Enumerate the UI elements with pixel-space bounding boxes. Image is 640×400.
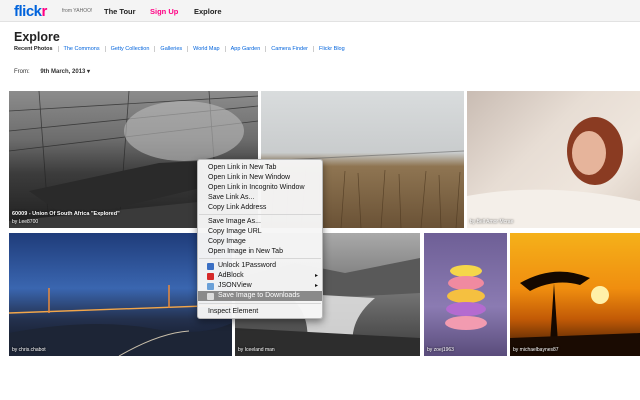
subnav-getty-collection[interactable]: Getty Collection bbox=[104, 46, 155, 52]
logo-flickr-r: r bbox=[41, 3, 48, 20]
photo-caption: 60009 - Union Of South Africa "Explored"… bbox=[12, 211, 120, 225]
subnav-recent-photos[interactable]: Recent Photos bbox=[14, 46, 58, 52]
menu-copy-image-url[interactable]: Copy Image URL bbox=[198, 227, 322, 237]
photo-author[interactable]: by Lee8700 bbox=[12, 219, 120, 226]
photo-author[interactable]: by zoej1963 bbox=[427, 347, 454, 354]
menu-save-image-to-downloads[interactable]: Save Image to Downloads bbox=[198, 291, 322, 301]
submenu-arrow-icon: ▸ bbox=[314, 283, 318, 289]
adblock-icon bbox=[207, 272, 214, 280]
menu-inspect-element[interactable]: Inspect Element bbox=[198, 307, 322, 317]
menu-divider bbox=[199, 303, 321, 304]
1password-icon bbox=[207, 262, 214, 270]
submenu-arrow-icon: ▸ bbox=[314, 273, 318, 279]
menu-copy-image[interactable]: Copy Image bbox=[198, 237, 322, 247]
menu-adblock[interactable]: AdBlock ▸ bbox=[198, 271, 322, 281]
subnav-galleries[interactable]: Galleries bbox=[154, 46, 187, 52]
menu-save-image-as[interactable]: Save Image As... bbox=[198, 217, 322, 227]
menu-save-link-as[interactable]: Save Link As... bbox=[198, 193, 322, 203]
photo-macarons-image bbox=[445, 265, 487, 330]
download-icon bbox=[207, 292, 214, 300]
menu-divider bbox=[199, 258, 321, 259]
chevron-down-icon: ▾ bbox=[87, 69, 91, 75]
subnav-world-map[interactable]: World Map bbox=[187, 46, 225, 52]
subnav-app-garden[interactable]: App Garden bbox=[224, 46, 266, 52]
subnav-the-commons[interactable]: The Commons bbox=[57, 46, 105, 52]
photo-tile[interactable]: by zoej1963 bbox=[424, 233, 507, 356]
photo-caption: by Iceeland man bbox=[238, 347, 275, 354]
from-label: From: bbox=[14, 69, 30, 75]
menu-jsonview[interactable]: JSONView ▸ bbox=[198, 281, 322, 291]
photo-tile[interactable]: by Bell Amor Mcrae bbox=[467, 91, 640, 228]
menu-open-image-new-tab[interactable]: Open Image in New Tab bbox=[198, 247, 322, 257]
photo-sunset-tree-image bbox=[510, 271, 640, 356]
menu-item-label: AdBlock bbox=[218, 272, 244, 279]
date-filter: From: 9th March, 2013 ▾ bbox=[14, 68, 90, 75]
top-bar: flickr from YAHOO! The Tour Sign Up Expl… bbox=[0, 0, 640, 22]
page-title: Explore bbox=[14, 30, 60, 44]
date-value: 9th March, 2013 bbox=[40, 69, 86, 75]
subnav-camera-finder[interactable]: Camera Finder bbox=[265, 46, 313, 52]
explore-subnav: Recent Photos The Commons Getty Collecti… bbox=[14, 46, 350, 52]
nav-explore[interactable]: Explore bbox=[194, 7, 222, 16]
menu-open-link-new-window[interactable]: Open Link in New Window bbox=[198, 173, 322, 183]
context-menu: Open Link in New Tab Open Link in New Wi… bbox=[197, 159, 323, 319]
photo-portrait-image bbox=[467, 117, 640, 228]
menu-open-link-incognito[interactable]: Open Link in Incognito Window bbox=[198, 183, 322, 193]
photo-caption: by michaelbaynes87 bbox=[513, 347, 559, 354]
jsonview-icon bbox=[207, 282, 214, 290]
menu-copy-link-address[interactable]: Copy Link Address bbox=[198, 203, 322, 213]
photo-author[interactable]: by Iceeland man bbox=[238, 347, 275, 354]
photo-author[interactable]: by Bell Amor Mcrae bbox=[470, 219, 513, 226]
menu-item-label: JSONView bbox=[218, 282, 252, 289]
photo-caption: by Bell Amor Mcrae bbox=[470, 219, 513, 226]
menu-item-label: Save Image to Downloads bbox=[218, 292, 300, 299]
nav-sign-up[interactable]: Sign Up bbox=[150, 7, 178, 16]
menu-item-label: Unlock 1Password bbox=[218, 262, 276, 269]
menu-unlock-1password[interactable]: Unlock 1Password bbox=[198, 261, 322, 271]
logo-yahoo: from YAHOO! bbox=[62, 8, 93, 14]
photo-title[interactable]: 60009 - Union Of South Africa "Explored" bbox=[12, 211, 120, 218]
nav-the-tour[interactable]: The Tour bbox=[104, 7, 136, 16]
menu-divider bbox=[199, 214, 321, 215]
date-selector[interactable]: 9th March, 2013 ▾ bbox=[40, 69, 90, 75]
photo-author[interactable]: by chris.chabot bbox=[12, 347, 46, 354]
menu-open-link-new-tab[interactable]: Open Link in New Tab bbox=[198, 163, 322, 173]
photo-caption: by chris.chabot bbox=[12, 347, 46, 354]
flickr-logo[interactable]: flickr bbox=[14, 3, 47, 20]
photo-tile[interactable]: by michaelbaynes87 bbox=[510, 233, 640, 356]
photo-author[interactable]: by michaelbaynes87 bbox=[513, 347, 559, 354]
photo-caption: by zoej1963 bbox=[427, 347, 454, 354]
subnav-flickr-blog[interactable]: Flickr Blog bbox=[312, 46, 350, 52]
logo-flickr-text: flick bbox=[14, 3, 42, 20]
